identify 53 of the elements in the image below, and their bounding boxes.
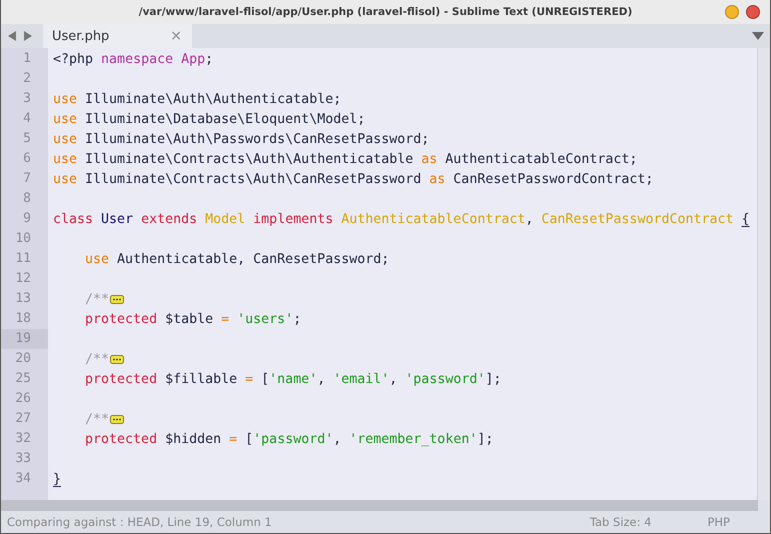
line-number: 18 [14,310,32,328]
code-line: /** [84,292,110,306]
tab-size-indicator[interactable]: Tab Size: 4 [590,515,652,529]
window-title: /var/www/laravel-flisol/app/User.php (laravel-flisol) - Sublime Text (UNREGISTERED) [138,6,632,18]
code-line: use Illuminate\Contracts\Auth\Authenticatable as AuthenticatableContract; [53,152,638,166]
forward-arrow-icon[interactable] [23,30,33,42]
code-line: use Authenticatable, CanResetPassword; [84,252,390,266]
code-line: <?php namespace App; [53,52,214,66]
syntax-indicator[interactable]: PHP [707,515,730,529]
line-number: 8 [22,190,32,208]
code-line: class User extends Model implements AuthenticatableContract, CanResetPasswordContract { [53,212,750,226]
line-number: 25 [14,370,32,388]
line-number: 11 [14,250,32,268]
line-number: 4 [22,110,32,128]
code-line: protected $hidden = ['password', 'remember_token']; [84,432,494,446]
code-line: protected $table = 'users'; [84,312,302,326]
folded-code-icon[interactable] [110,414,124,424]
code-line: use Illuminate\Contracts\Auth\CanResetPassword as CanResetPasswordContract; [53,172,654,186]
line-number: 2 [22,70,32,88]
line-number: 6 [22,150,32,168]
line-number: 10 [14,230,32,248]
line-number: 3 [22,90,32,108]
line-number: 33 [14,450,32,468]
line-number: 12 [14,270,32,288]
file-tab[interactable]: User.php × [43,24,192,48]
line-number: 19 [1,329,48,349]
line-number: 9 [22,210,32,228]
code-line: /** [84,352,110,366]
line-number: 20 [14,350,32,368]
code-line: } [53,472,62,486]
horizontal-scrollbar[interactable] [1,500,758,511]
line-number: 32 [14,430,32,448]
line-number: 5 [22,130,32,148]
code-line: use Illuminate\Database\Eloquent\Model; [53,112,366,126]
line-number: 27 [14,410,32,428]
code-line: use Illuminate\Auth\Passwords\CanResetPassword; [53,132,430,146]
line-number: 1 [22,50,32,68]
dropdown-arrow-icon[interactable] [752,31,764,41]
code-line: use Illuminate\Auth\Authenticatable; [53,92,342,106]
line-number: 26 [14,390,32,408]
back-arrow-icon[interactable] [7,30,17,42]
vertical-scrollbar[interactable] [757,48,770,500]
close-tab-button[interactable]: × [170,28,182,44]
folded-code-icon[interactable] [110,294,124,304]
code-line: /** [84,412,110,426]
status-text: Comparing against : HEAD, Line 19, Column 1 [7,515,272,529]
line-number: 34 [14,470,32,488]
line-number: 7 [22,170,32,188]
code-line: protected $fillable = ['name', 'email', 'password']; [84,372,502,386]
minimize-button[interactable] [725,5,739,19]
line-number: 13 [14,290,32,308]
folded-code-icon[interactable] [110,354,124,364]
close-button[interactable] [746,5,760,19]
